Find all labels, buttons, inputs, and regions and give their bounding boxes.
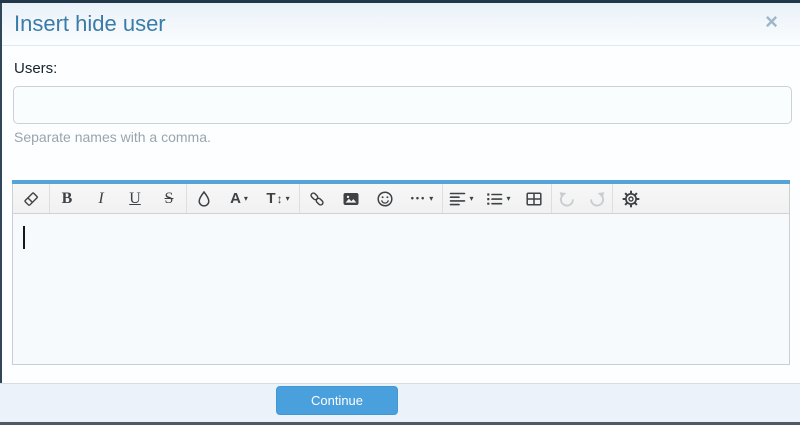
bold-button[interactable]: B <box>50 184 84 213</box>
users-label: Users: <box>14 60 58 77</box>
picture-icon <box>342 190 360 208</box>
chevron-down-icon: ▾ <box>506 194 511 203</box>
list-button[interactable]: ▾ <box>480 184 517 213</box>
align-left-icon <box>449 191 466 207</box>
editor-content-area[interactable] <box>12 214 790 365</box>
strikethrough-glyph: S <box>164 189 174 207</box>
font-family-glyph: A <box>230 190 241 207</box>
bulleted-list-icon <box>486 191 503 207</box>
table-grid-icon <box>525 190 543 208</box>
close-icon[interactable]: × <box>765 11 778 33</box>
dialog-header: Insert hide user × <box>2 3 800 46</box>
droplet-icon <box>195 190 213 208</box>
underline-button[interactable]: U <box>118 184 152 213</box>
redo-arrow-icon <box>588 190 606 208</box>
italic-button[interactable]: I <box>84 184 118 213</box>
updown-arrow-icon: ↕ <box>276 191 283 206</box>
chain-link-icon <box>308 190 326 208</box>
italic-glyph: I <box>98 189 104 207</box>
insert-image-button[interactable] <box>334 184 368 213</box>
smiley-icon <box>376 190 394 208</box>
text-color-button[interactable] <box>187 184 221 213</box>
more-options-button[interactable]: ••• ▾ <box>402 184 442 213</box>
undo-arrow-icon <box>558 190 576 208</box>
chevron-down-icon: ▾ <box>469 194 474 203</box>
strikethrough-button[interactable]: S <box>152 184 186 213</box>
insert-table-button[interactable] <box>517 184 551 213</box>
users-hint-text: Separate names with a comma. <box>14 129 211 145</box>
font-family-button[interactable]: A ▾ <box>221 184 257 213</box>
editor-toolbar: B I U S A ▾ T ↕ ▾ ••• ▾ ▾ ▾ <box>12 184 790 214</box>
ellipsis-icon: ••• <box>410 193 427 203</box>
underline-glyph: U <box>129 189 141 207</box>
chevron-down-icon: ▾ <box>285 194 290 203</box>
bold-glyph: B <box>61 189 73 207</box>
emoji-button[interactable] <box>368 184 402 213</box>
eraser-icon <box>22 190 40 208</box>
text-align-button[interactable]: ▾ <box>443 184 480 213</box>
chevron-down-icon: ▾ <box>429 194 434 203</box>
undo-button[interactable] <box>552 184 582 213</box>
editor-settings-button[interactable] <box>613 184 649 213</box>
continue-button[interactable]: Continue <box>276 386 398 415</box>
dialog-footer <box>0 383 800 422</box>
dialog-title: Insert hide user <box>14 11 166 36</box>
text-cursor <box>23 226 25 249</box>
chevron-down-icon: ▾ <box>243 194 248 203</box>
page-left-edge <box>0 3 2 421</box>
font-size-button[interactable]: T ↕ ▾ <box>257 184 299 213</box>
remove-format-button[interactable] <box>13 184 49 213</box>
users-input[interactable] <box>13 86 792 124</box>
gear-icon <box>622 190 640 208</box>
insert-hide-user-dialog: Insert hide user × Users: Separate names… <box>0 0 800 425</box>
insert-link-button[interactable] <box>300 184 334 213</box>
rich-text-editor: B I U S A ▾ T ↕ ▾ ••• ▾ ▾ ▾ <box>12 180 790 365</box>
redo-button[interactable] <box>582 184 612 213</box>
font-size-glyph: T <box>266 190 276 207</box>
